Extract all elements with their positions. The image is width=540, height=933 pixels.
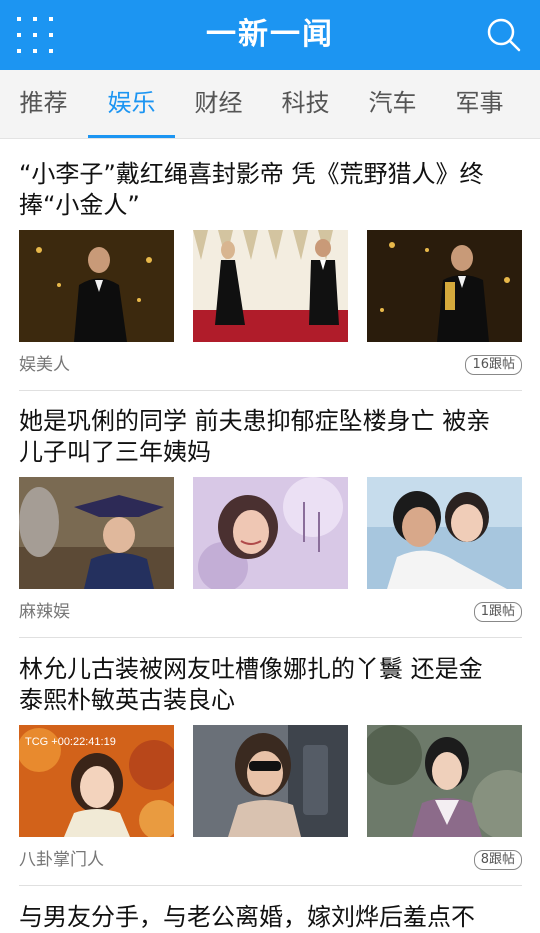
news-title[interactable]: 与男友分手，与老公离婚，嫁刘烨后羞点不 xyxy=(19,902,524,933)
tab-auto[interactable]: 汽车 xyxy=(349,70,436,138)
news-thumbnail[interactable] xyxy=(19,477,174,589)
news-thumbnail[interactable] xyxy=(193,230,348,342)
thumbnail-row xyxy=(19,477,522,589)
news-source: 八卦掌门人 xyxy=(19,850,104,870)
divider xyxy=(19,390,522,391)
news-meta: 八卦掌门人 8跟帖 xyxy=(19,848,522,872)
news-title[interactable]: 她是巩俐的同学 前夫患抑郁症坠楼身亡 被亲 儿子叫了三年姨妈 xyxy=(19,406,524,468)
comment-count-badge[interactable]: 8跟帖 xyxy=(473,850,522,870)
news-thumbnail[interactable] xyxy=(367,230,522,342)
app-title: 一新一闻 xyxy=(206,17,334,52)
news-meta: 麻辣娱 1跟帖 xyxy=(19,600,522,624)
news-thumbnail[interactable] xyxy=(367,725,522,837)
tab-recommend[interactable]: 推荐 xyxy=(0,70,87,138)
news-thumbnail[interactable] xyxy=(19,230,174,342)
divider xyxy=(19,637,522,638)
category-tabs: 推荐 娱乐 财经 科技 汽车 军事 xyxy=(0,70,540,139)
comment-count-badge[interactable]: 16跟帖 xyxy=(465,355,522,375)
tab-tech[interactable]: 科技 xyxy=(262,70,349,138)
news-thumbnail[interactable]: TCG +00:22:41:19 xyxy=(19,725,174,837)
thumbnail-row xyxy=(19,230,522,342)
news-thumbnail[interactable] xyxy=(193,725,348,837)
thumbnail-row: TCG +00:22:41:19 xyxy=(19,725,522,837)
comment-count-badge[interactable]: 1跟帖 xyxy=(473,602,522,622)
news-meta: 娱美人 16跟帖 xyxy=(19,353,522,377)
divider xyxy=(19,885,522,886)
tab-entertainment[interactable]: 娱乐 xyxy=(88,70,175,138)
news-source: 娱美人 xyxy=(19,355,70,375)
news-source: 麻辣娱 xyxy=(19,602,70,622)
tab-finance[interactable]: 财经 xyxy=(175,70,262,138)
news-title[interactable]: 林允儿古装被网友吐槽像娜扎的丫鬟 还是金 泰熙朴敏英古装良心 xyxy=(19,654,524,716)
thumbnail-timecode: TCG +00:22:41:19 xyxy=(25,736,116,748)
news-thumbnail[interactable] xyxy=(367,477,522,589)
news-title[interactable]: “小李子”戴红绳喜封影帝 凭《荒野猎人》终 捧“小金人” xyxy=(19,159,524,221)
tab-military[interactable]: 军事 xyxy=(436,70,523,138)
news-thumbnail[interactable] xyxy=(193,477,348,589)
search-icon[interactable] xyxy=(486,17,522,53)
app-header: 一新一闻 xyxy=(0,0,540,70)
